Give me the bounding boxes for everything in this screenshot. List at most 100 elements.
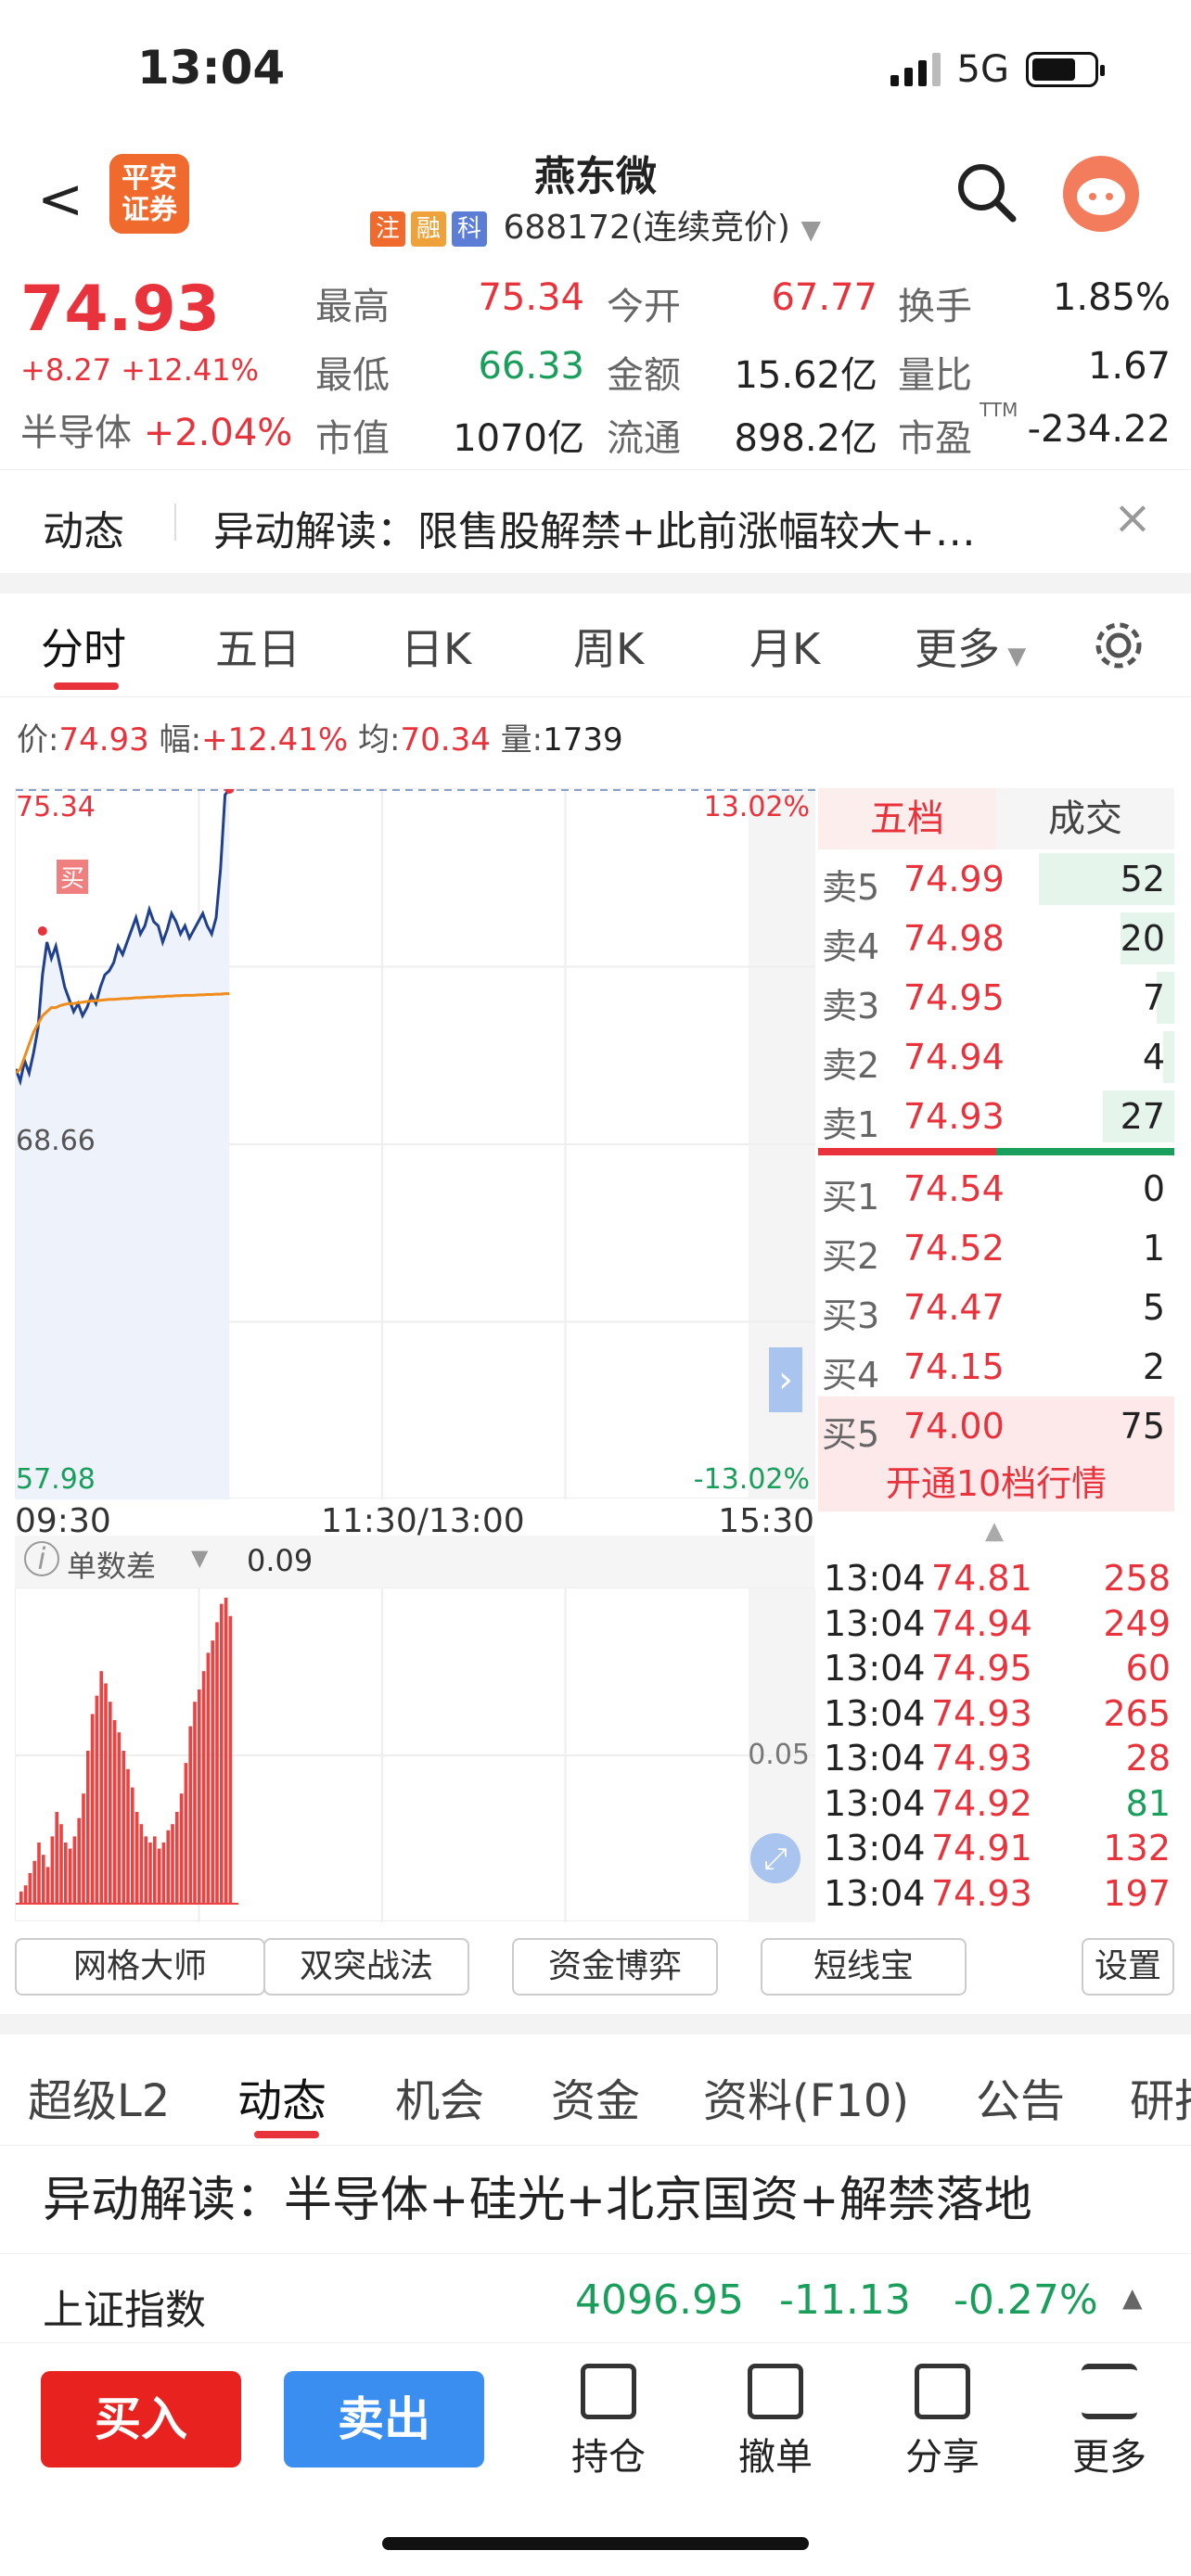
trade-tick-row: 13:04 74.91 132	[824, 1828, 1176, 1872]
level-label: 买1	[822, 1177, 880, 1218]
tab-five-levels[interactable]: 五档	[818, 788, 996, 849]
tick-price: 74.95	[931, 1648, 1032, 1689]
stock-header: 燕东微 注融科 688172(连续竞价) ▼ < 平安 证券	[0, 139, 1191, 250]
tab-daily-k[interactable]: 日K	[401, 616, 471, 677]
ask-row[interactable]: 卖2 74.94 4	[818, 1027, 1174, 1087]
tab-announcements[interactable]: 公告	[976, 2064, 1065, 2129]
indicator-bar	[77, 1817, 81, 1904]
share-button[interactable]: 分享	[887, 2364, 998, 2480]
search-icon[interactable]	[954, 159, 1018, 224]
ask-row[interactable]: 卖1 74.93 27	[818, 1087, 1174, 1146]
tick-price: 74.81	[931, 1558, 1032, 1599]
tab-funds[interactable]: 资金	[551, 2064, 640, 2129]
quote-label: 最低	[315, 354, 390, 397]
tick-volume: 265	[1103, 1692, 1171, 1734]
tag-star-market: 科	[452, 211, 487, 247]
tool-settings[interactable]: 设置	[1082, 1938, 1174, 1996]
level-label: 买4	[822, 1355, 880, 1396]
expand-up-icon[interactable]: ▲	[1122, 2282, 1143, 2313]
positions-button[interactable]: 持仓	[553, 2364, 664, 2480]
time-mid: 11:30/13:00	[321, 1502, 525, 1540]
upgrade-level10-button[interactable]: 开通10档行情	[818, 1456, 1174, 1511]
settings-gear-icon[interactable]	[1093, 619, 1145, 671]
trade-tick-row: 13:04 74.81 258	[824, 1558, 1176, 1602]
quote-label: 市盈	[898, 417, 972, 460]
bid-row[interactable]: 买4 74.15 2	[818, 1337, 1174, 1396]
info-icon[interactable]: i	[24, 1541, 59, 1576]
scroll-up-icon[interactable]: ▲	[985, 1517, 1004, 1545]
expand-panel-button[interactable]: ›	[769, 1347, 802, 1412]
level-label: 卖4	[822, 926, 880, 967]
quote-panel: 74.93 +8.27 +12.41% 半导体 +2.04% 最高 75.34 今开…	[0, 256, 1191, 469]
tick-time: 13:04	[824, 1872, 926, 1914]
depth-bar	[1163, 1031, 1174, 1083]
tab-research[interactable]: 研报	[1130, 2064, 1191, 2129]
tab-news[interactable]: 动态	[237, 2064, 327, 2129]
bid-row[interactable]: 买5 74.00 75	[818, 1396, 1174, 1456]
ask-row[interactable]: 卖4 74.98 20	[818, 909, 1174, 968]
quote-label: 换手	[898, 286, 972, 328]
tool-fund-game[interactable]: 资金博弈	[512, 1938, 718, 1996]
chart-tabs: 分时 五日 日K 周K 月K 更多 ▼	[0, 593, 1191, 697]
quote-value: 1070亿	[453, 417, 584, 460]
buy-button[interactable]: 买入	[41, 2371, 241, 2468]
trade-tick-row: 13:04 74.94 249	[824, 1603, 1176, 1648]
tab-five-day[interactable]: 五日	[215, 616, 301, 677]
tab-opportunity[interactable]: 机会	[395, 2064, 484, 2129]
more-button[interactable]: 更多	[1054, 2364, 1165, 2480]
tab-monthly-k[interactable]: 月K	[749, 616, 820, 677]
level-volume: 52	[1120, 859, 1165, 899]
indicator-bar	[224, 1598, 228, 1904]
indicator-bar	[28, 1873, 32, 1904]
tab-more[interactable]: 更多 ▼	[915, 616, 1026, 677]
level-price: 74.95	[903, 977, 1005, 1018]
close-icon[interactable]: ×	[1113, 491, 1152, 544]
tool-short-term[interactable]: 短线宝	[761, 1938, 967, 1996]
info-tabs: 超级L2 动态 机会 资金 资料(F10) 公告 研报	[0, 2034, 1191, 2146]
indicator-header[interactable]: i 单数差 ▼ 0.09	[15, 1536, 814, 1588]
indicator-bar	[23, 1885, 28, 1904]
tab-weekly-k[interactable]: 周K	[573, 616, 644, 677]
indicator-bar	[109, 1702, 112, 1904]
level-volume: 2	[1142, 1346, 1165, 1387]
news-ticker[interactable]: 动态 异动解读：限售股解禁+此前涨幅较大+… ×	[0, 469, 1191, 571]
tool-double-breakout[interactable]: 双突战法	[263, 1938, 469, 1996]
stat-avg: 70.34	[400, 721, 491, 759]
fullscreen-icon[interactable]: ⤢	[750, 1833, 800, 1883]
tab-intraday[interactable]: 分时	[41, 616, 126, 677]
tab-trades[interactable]: 成交	[996, 788, 1174, 849]
news-headline[interactable]: 异动解读：半导体+硅光+北京国资+解禁落地	[43, 2161, 1032, 2230]
quote-value: 66.33	[478, 345, 584, 388]
indicator-bar	[126, 1768, 130, 1904]
level-volume: 75	[1120, 1406, 1165, 1447]
back-button[interactable]: <	[37, 167, 83, 232]
tick-time: 13:04	[824, 1782, 926, 1824]
index-pct: -0.27%	[954, 2276, 1098, 2324]
status-icons: 5G	[890, 48, 1105, 91]
indicator-bar	[64, 1843, 68, 1904]
stat-vol: 1739	[543, 721, 623, 759]
tick-volume: 28	[1125, 1738, 1171, 1779]
tool-grid-master[interactable]: 网格大师	[15, 1938, 265, 1996]
indicator-bar	[122, 1751, 125, 1904]
ask-row[interactable]: 卖5 74.99 52	[818, 849, 1174, 909]
tab-super-l2[interactable]: 超级L2	[28, 2064, 170, 2129]
bid-row[interactable]: 买3 74.47 5	[818, 1278, 1174, 1337]
tab-more-label: 更多	[915, 624, 1000, 674]
assistant-avatar-icon[interactable]	[1063, 156, 1139, 232]
sell-button[interactable]: 卖出	[284, 2371, 484, 2468]
bid-row[interactable]: 买1 74.54 0	[818, 1159, 1174, 1218]
stat-price: 74.93	[58, 721, 149, 759]
index-bar[interactable]: 上证指数 4096.95 -11.13 -0.27% ▲	[0, 2253, 1191, 2342]
indicator-bar	[131, 1787, 134, 1904]
sector-info[interactable]: 半导体 +2.04%	[20, 402, 292, 456]
intraday-chart[interactable]: 75.34 13.02% 68.66 57.98 -13.02% 买 ›	[14, 784, 815, 1499]
share-icon	[915, 2364, 970, 2419]
level-volume: 1	[1142, 1228, 1165, 1269]
indicator-bar	[59, 1824, 63, 1904]
bid-row[interactable]: 买2 74.52 1	[818, 1218, 1174, 1278]
indicator-axis-label: 0.05	[748, 1739, 810, 1771]
cancel-order-button[interactable]: 撤单	[720, 2364, 831, 2480]
tab-f10[interactable]: 资料(F10)	[703, 2064, 909, 2129]
ask-row[interactable]: 卖3 74.95 7	[818, 968, 1174, 1027]
